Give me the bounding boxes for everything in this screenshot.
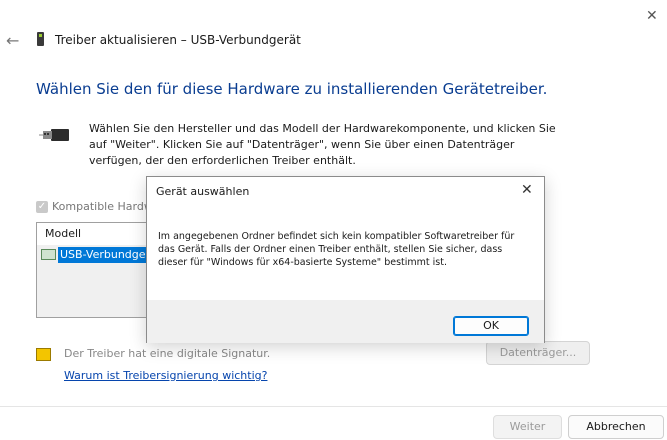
- dialog-message: Im angegebenen Ordner befindet sich kein…: [158, 231, 515, 268]
- device-icon: [41, 249, 56, 260]
- signature-text: Der Treiber hat eine digitale Signatur.: [64, 347, 271, 360]
- signature-icon: [36, 348, 51, 361]
- usb-device-icon: [37, 32, 44, 46]
- next-button[interactable]: Weiter: [493, 415, 562, 439]
- cancel-button[interactable]: Abbrechen: [568, 415, 664, 439]
- close-icon[interactable]: ✕: [521, 182, 533, 198]
- have-disk-button[interactable]: Datenträger...: [486, 341, 590, 365]
- page-heading: Wählen Sie den für diese Hardware zu ins…: [36, 80, 548, 98]
- ok-button[interactable]: OK: [453, 316, 529, 336]
- back-arrow-icon[interactable]: ←: [6, 31, 19, 50]
- wizard-footer: [0, 406, 667, 440]
- dialog-title: Gerät auswählen: [156, 185, 250, 198]
- dialog-titlebar: Gerät auswählen ✕: [147, 177, 544, 207]
- window-title: Treiber aktualisieren – USB-Verbundgerät: [55, 33, 301, 47]
- close-window-icon[interactable]: ✕: [646, 8, 658, 24]
- signature-help-link[interactable]: Warum ist Treibersignierung wichtig?: [64, 369, 267, 382]
- wizard-description: Wählen Sie den Hersteller und das Modell…: [89, 122, 556, 167]
- usb-plug-icon: [39, 129, 69, 141]
- compat-hardware-checkbox[interactable]: ✓: [36, 201, 48, 213]
- select-device-dialog: Gerät auswählen ✕ Im angegebenen Ordner …: [146, 176, 545, 343]
